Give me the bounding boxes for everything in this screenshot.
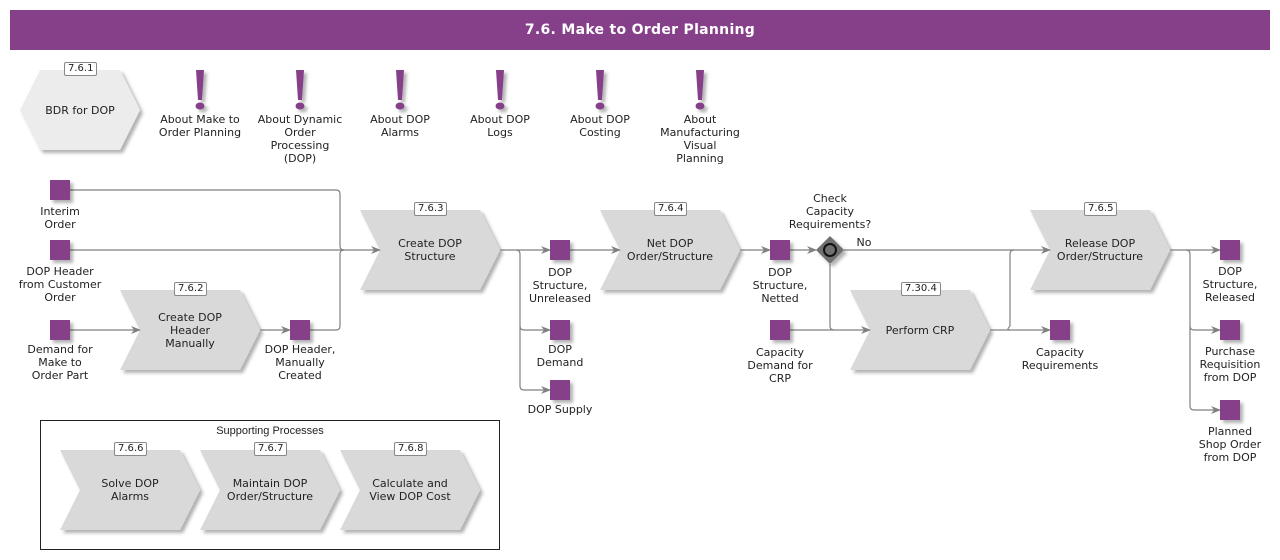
data-object-label: DOP Supply: [527, 403, 593, 416]
exclamation-icon[interactable]: [595, 70, 605, 110]
data-object-dop-header-customer[interactable]: [50, 240, 70, 260]
info-label-dop-logs[interactable]: About DOP Logs: [450, 113, 550, 139]
info-label-dop-alarms[interactable]: About DOP Alarms: [350, 113, 450, 139]
data-object-label: DOP Header, Manually Created: [264, 343, 336, 382]
exclamation-icon[interactable]: [695, 70, 705, 110]
data-object-demand-mto-part[interactable]: [50, 320, 70, 340]
gateway-check-capacity[interactable]: [816, 236, 844, 264]
data-object-label: DOP Structure, Unreleased: [528, 266, 592, 305]
process-label: Solve DOP Alarms: [101, 477, 159, 503]
edge-header-manual-merge: [310, 249, 345, 331]
data-object-interim-order[interactable]: [50, 180, 70, 200]
gateway-branch-label-no: No: [856, 236, 872, 249]
process-label: Create DOP Header Manually: [158, 310, 222, 350]
data-object-dop-structure-released[interactable]: [1220, 240, 1240, 260]
exclamation-icon[interactable]: [295, 70, 305, 110]
info-label-dop[interactable]: About Dynamic Order Processing (DOP): [250, 113, 350, 165]
data-object-label: Capacity Requirements: [1021, 346, 1099, 372]
data-object-dop-structure-netted[interactable]: [770, 240, 790, 260]
data-object-label: DOP Structure, Released: [1202, 265, 1258, 304]
data-object-purchase-requisition[interactable]: [1220, 320, 1240, 340]
process-label: Create DOP Structure: [398, 237, 462, 263]
process-label: Maintain DOP Order/Structure: [226, 477, 314, 503]
info-label-dop-costing[interactable]: About DOP Costing: [550, 113, 650, 139]
bdr-label: BDR for DOP: [45, 103, 115, 117]
data-object-capacity-demand-crp[interactable]: [770, 320, 790, 340]
info-label-make-to-order[interactable]: About Make to Order Planning: [150, 113, 250, 139]
info-icons: [195, 70, 705, 110]
data-object-planned-shop-order[interactable]: [1220, 400, 1240, 420]
process-label: Perform CRP: [885, 323, 955, 337]
data-object-dop-demand[interactable]: [550, 320, 570, 340]
process-label: Net DOP Order/Structure: [626, 237, 714, 263]
exclamation-icon[interactable]: [195, 70, 205, 110]
data-object-label: Capacity Demand for CRP: [747, 346, 813, 385]
data-object-capacity-requirements[interactable]: [1050, 320, 1070, 340]
gateway-label: Check Capacity Requirements?: [788, 192, 872, 231]
process-label: Release DOP Order/Structure: [1056, 237, 1144, 263]
data-object-label: DOP Demand: [536, 343, 584, 369]
edge-crp-to-release: [1007, 249, 1015, 331]
info-label-mvp[interactable]: About Manufacturing Visual Planning: [650, 113, 750, 165]
exclamation-icon[interactable]: [495, 70, 505, 110]
supporting-processes-title: Supporting Processes: [216, 425, 324, 437]
exclamation-icon[interactable]: [395, 70, 405, 110]
edge-interim-order: [70, 189, 345, 251]
data-object-label: Planned Shop Order from DOP: [1198, 425, 1262, 464]
data-object-label: Demand for Make to Order Part: [27, 343, 93, 382]
data-object-label: DOP Structure, Netted: [752, 266, 808, 305]
data-object-dop-structure-unreleased[interactable]: [550, 240, 570, 260]
data-object-dop-supply[interactable]: [550, 380, 570, 400]
data-object-label: DOP Header from Customer Order: [18, 265, 102, 304]
data-object-label: Purchase Requisition from DOP: [1199, 345, 1261, 384]
data-object-dop-header-manual[interactable]: [290, 320, 310, 340]
data-object-label: Interim Order: [40, 205, 80, 231]
process-label: Calculate and View DOP Cost: [369, 477, 451, 503]
